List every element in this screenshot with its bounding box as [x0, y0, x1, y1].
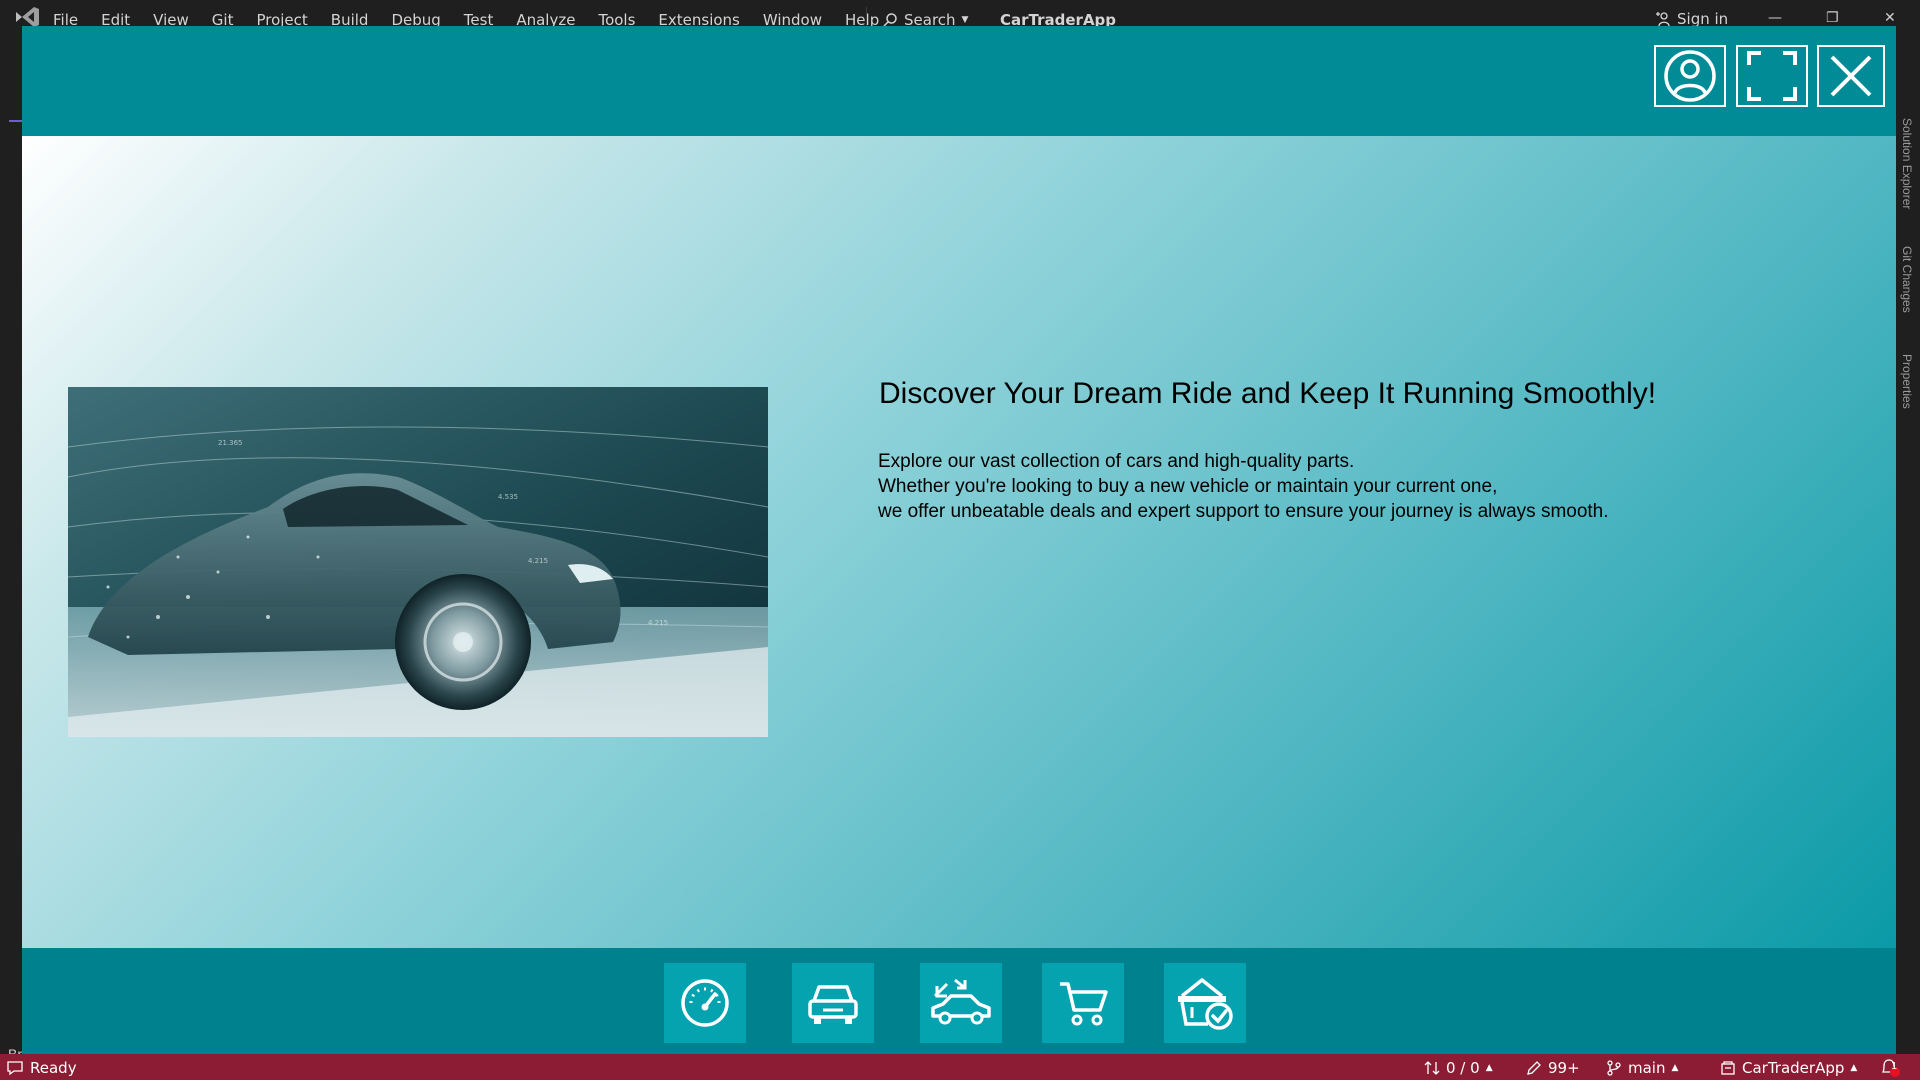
chevron-down-icon: ▼	[961, 15, 969, 25]
status-line-changes[interactable]: 0 / 0 ▲	[1424, 1059, 1493, 1077]
cars-button[interactable]	[792, 963, 874, 1043]
app-footer-nav	[22, 948, 1896, 1054]
output-icon	[7, 1061, 23, 1076]
shopping-cart-icon	[1060, 982, 1108, 1026]
ide-menubar: File Edit View Git Project Build Debug T…	[0, 0, 1920, 29]
hero-line-1: Explore our vast collection of cars and …	[878, 451, 1355, 472]
status-ready: Ready	[6, 1059, 77, 1077]
status-repository[interactable]: CarTraderApp ▲	[1720, 1059, 1857, 1077]
profile-button[interactable]	[1654, 45, 1726, 107]
fullscreen-icon	[1747, 51, 1797, 101]
hero-section: 21.365 4.535 4.215 4.215 Discover Your Drea…	[22, 136, 1896, 948]
user-add-icon	[1656, 12, 1670, 27]
app-header	[22, 26, 1896, 136]
fullscreen-button[interactable]	[1736, 45, 1808, 107]
tab-git-changes[interactable]: Git Changes	[1900, 246, 1914, 313]
hero-line-2: Whether you're looking to buy a new vehi…	[878, 476, 1498, 497]
svg-text:4.215: 4.215	[648, 619, 668, 627]
ide-right-strip: Solution Explorer Git Changes Properties	[1896, 26, 1920, 1054]
status-ready-label: Ready	[30, 1059, 77, 1077]
svg-text:4.535: 4.535	[498, 493, 518, 501]
ide-left-strip: Br	[0, 26, 22, 1062]
basket-check-icon	[1178, 978, 1233, 1030]
speedometer-icon	[681, 979, 729, 1027]
trade-button[interactable]	[920, 963, 1002, 1043]
svg-text:4.215: 4.215	[528, 557, 548, 565]
git-branch-icon	[1607, 1060, 1621, 1076]
status-branch[interactable]: main ▲	[1606, 1059, 1678, 1077]
ide-status-bar: Ready 0 / 0 ▲ 99+ main ▲ CarTraderApp ▲ …	[0, 1054, 1920, 1080]
hero-description: Explore our vast collection of cars and …	[878, 449, 1609, 524]
sports-car-image: 21.365 4.535 4.215 4.215	[68, 387, 768, 737]
menu-separator	[866, 7, 867, 27]
hero-line-3: we offer unbeatable deals and expert sup…	[878, 501, 1609, 522]
status-edits[interactable]: 99+	[1526, 1059, 1580, 1077]
edits-count: 99+	[1548, 1059, 1580, 1077]
branch-name: main	[1628, 1059, 1666, 1077]
car-trade-icon	[931, 978, 991, 1025]
repository-name: CarTraderApp	[1742, 1059, 1845, 1077]
close-button[interactable]	[1817, 45, 1885, 107]
restore-icon[interactable]: ❐	[1826, 10, 1839, 26]
close-window-icon[interactable]: ✕	[1884, 10, 1896, 26]
orders-button[interactable]	[1164, 963, 1246, 1043]
repository-icon	[1721, 1061, 1735, 1075]
chevron-up-icon: ▲	[1485, 1063, 1493, 1073]
hero-image: 21.365 4.535 4.215 4.215	[68, 387, 768, 737]
cart-button[interactable]	[1042, 963, 1124, 1043]
active-tab-indicator	[9, 120, 22, 142]
sort-arrows-icon	[1424, 1061, 1440, 1075]
hero-headline: Discover Your Dream Ride and Keep It Run…	[879, 377, 1657, 410]
close-icon	[1830, 55, 1872, 97]
car-front-icon	[808, 985, 858, 1024]
chevron-up-icon: ▲	[1850, 1063, 1858, 1073]
svg-text:21.365: 21.365	[218, 439, 243, 447]
chevron-up-icon: ▲	[1671, 1063, 1679, 1073]
notification-count: 1	[1891, 1061, 1898, 1072]
dashboard-button[interactable]	[664, 963, 746, 1043]
user-circle-icon	[1664, 50, 1716, 102]
pencil-icon	[1527, 1061, 1541, 1075]
line-changes-value: 0 / 0	[1446, 1059, 1480, 1077]
tab-solution-explorer[interactable]: Solution Explorer	[1900, 118, 1914, 209]
notifications-button[interactable]: 1	[1880, 1059, 1900, 1077]
tab-properties[interactable]: Properties	[1900, 354, 1914, 409]
visual-studio-logo-icon[interactable]	[14, 6, 40, 28]
minimize-icon[interactable]: —	[1768, 10, 1782, 26]
car-trader-app-window: 21.365 4.535 4.215 4.215 Discover Your Drea…	[22, 26, 1896, 1054]
